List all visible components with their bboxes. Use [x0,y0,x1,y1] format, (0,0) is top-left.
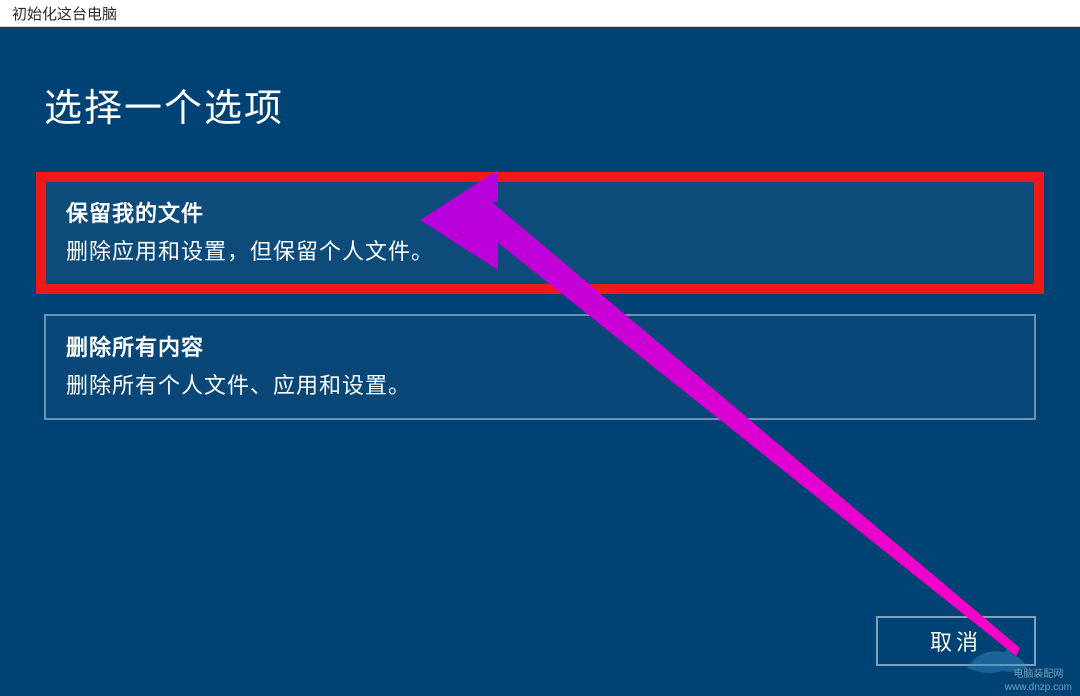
window-title: 初始化这台电脑 [12,6,117,23]
option-keep-files-desc: 删除应用和设置，但保留个人文件。 [66,234,1014,266]
option-remove-everything[interactable]: 删除所有内容 删除所有个人文件、应用和设置。 [44,314,1036,420]
options-list: 保留我的文件 删除应用和设置，但保留个人文件。 删除所有内容 删除所有个人文件、… [44,180,1036,420]
option-remove-everything-title: 删除所有内容 [66,330,1014,362]
cancel-button-label: 取消 [930,625,982,657]
option-keep-files-title: 保留我的文件 [66,196,1014,228]
main-panel: 选择一个选项 保留我的文件 删除应用和设置，但保留个人文件。 删除所有内容 删除… [0,27,1080,696]
watermark-line1: 电脑装配网 [1005,668,1072,681]
watermark-line2: www.dnzp.com [1005,681,1072,694]
option-keep-files[interactable]: 保留我的文件 删除应用和设置，但保留个人文件。 [44,180,1036,286]
cancel-button[interactable]: 取消 [876,616,1036,666]
option-remove-everything-desc: 删除所有个人文件、应用和设置。 [66,368,1014,400]
window-titlebar: 初始化这台电脑 [0,0,1080,27]
page-title: 选择一个选项 [44,77,1036,132]
